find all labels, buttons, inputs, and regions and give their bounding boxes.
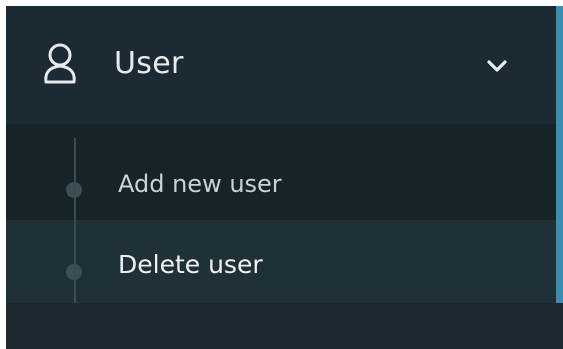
user-menu-toggle[interactable]: User: [6, 6, 556, 124]
sidebar-footer-area: [6, 303, 563, 349]
timeline-line: [74, 138, 76, 303]
submenu-item-label: Add new user: [118, 170, 282, 198]
submenu-item-label: Delete user: [118, 250, 263, 279]
user-icon: [44, 43, 76, 84]
submenu-item-delete-user[interactable]: Delete user: [6, 220, 556, 304]
user-menu-label: User: [114, 46, 184, 81]
scrollbar-accent: [556, 6, 563, 303]
user-submenu: Add new user Delete user: [6, 124, 556, 304]
submenu-item-add-new-user[interactable]: Add new user: [6, 136, 556, 220]
sidebar-panel: User Add new user Delete user: [6, 6, 563, 349]
chevron-down-icon[interactable]: [486, 58, 508, 74]
